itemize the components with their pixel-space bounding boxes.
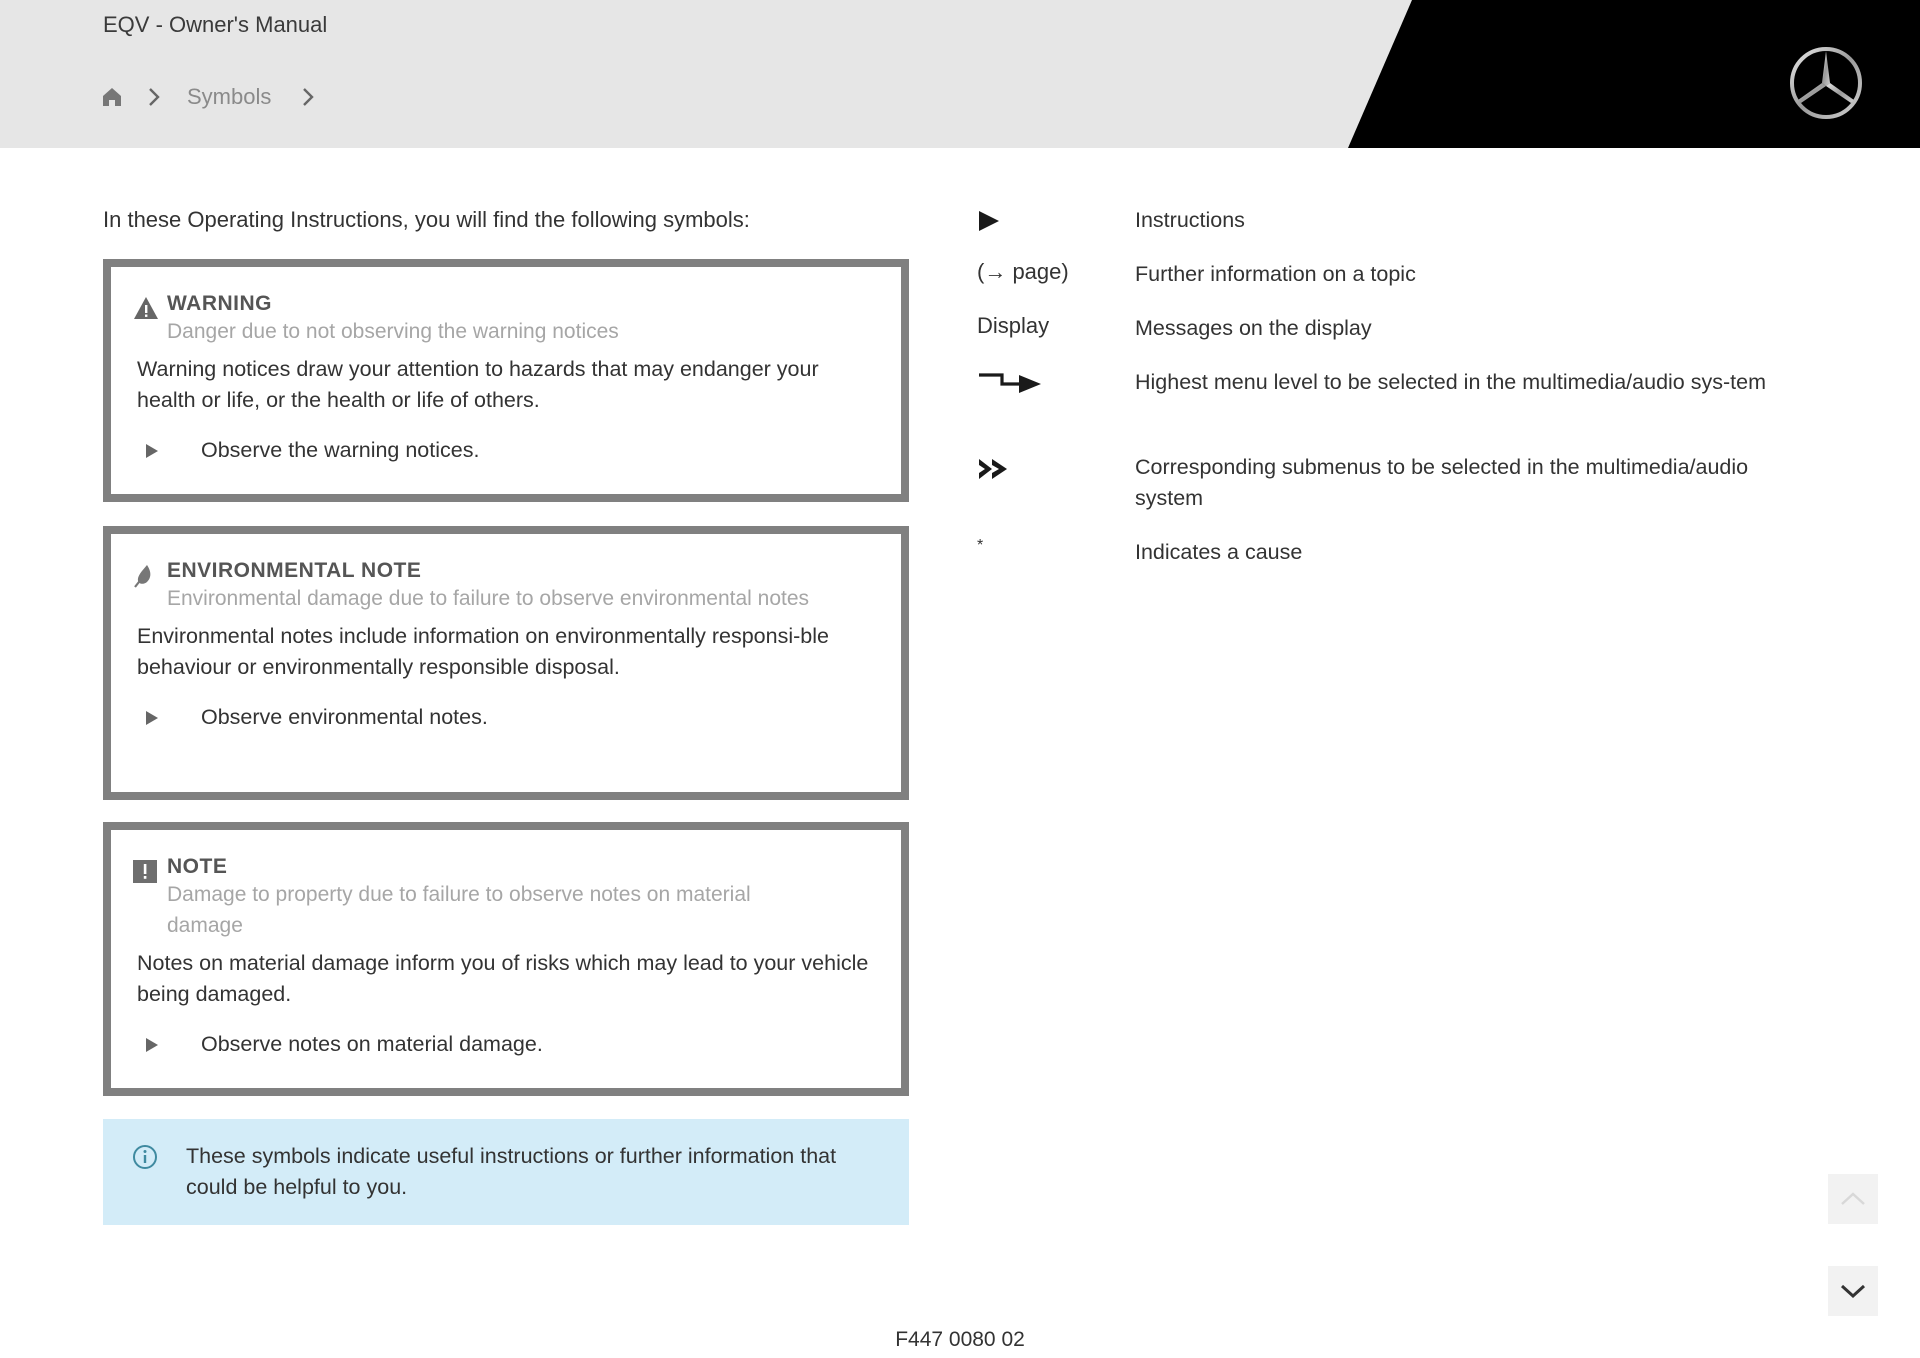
document-code: F447 0080 02 bbox=[895, 1328, 1025, 1351]
mercedes-star-logo bbox=[1788, 45, 1864, 121]
chevron-up-icon bbox=[1841, 1192, 1865, 1205]
legend-description: Instructions bbox=[1135, 208, 1245, 232]
notice-title: ENVIRONMENTAL NOTE bbox=[167, 559, 422, 582]
legend-symbol: (→ page) bbox=[977, 259, 1069, 284]
notice-step-text: Observe environmental notes. bbox=[201, 705, 488, 729]
warning-notice: WARNING Danger due to not observing the … bbox=[103, 259, 909, 502]
legend-symbol-display: Display bbox=[977, 313, 1050, 338]
legend-row: * Indicates a cause bbox=[977, 537, 1807, 568]
triangle-right-icon bbox=[146, 443, 158, 458]
chevron-down-icon bbox=[1840, 1284, 1866, 1299]
triangle-right-icon bbox=[146, 710, 158, 725]
header: EQV - Owner's Manual Symbols bbox=[0, 0, 1920, 148]
step-arrow-icon bbox=[977, 367, 1135, 398]
notice-body: Warning notices draw your attention to h… bbox=[137, 357, 819, 412]
legend-description: Corresponding submenus to be selected in… bbox=[1135, 455, 1749, 510]
exclamation-box-icon bbox=[111, 855, 167, 941]
legend-row: Highest menu level to be selected in the… bbox=[977, 367, 1807, 398]
notice-step: Observe environmental notes. bbox=[111, 705, 901, 730]
notice-title: NOTE bbox=[167, 855, 228, 878]
notice-step-text: Observe the warning notices. bbox=[201, 438, 480, 462]
home-icon[interactable] bbox=[101, 85, 125, 109]
notice-step: Observe notes on material damage. bbox=[111, 1032, 901, 1057]
legend-description: Indicates a cause bbox=[1135, 540, 1303, 564]
chevron-right-icon bbox=[147, 85, 163, 109]
notice-title: WARNING bbox=[167, 292, 272, 315]
legend-row: Corresponding submenus to be selected in… bbox=[977, 452, 1807, 514]
legend-description: Further information on a topic bbox=[1135, 262, 1416, 286]
material-damage-notice: NOTE Damage to property due to failure t… bbox=[103, 822, 909, 1096]
warning-triangle-icon bbox=[111, 292, 167, 347]
notice-subtitle: Danger due to not observing the warning … bbox=[167, 320, 619, 343]
notice-step-text: Observe notes on material damage. bbox=[201, 1032, 543, 1056]
double-chevron-icon bbox=[977, 452, 1135, 514]
environmental-notice: ENVIRONMENTAL NOTE Environmental damage … bbox=[103, 526, 909, 800]
notice-body: Notes on material damage inform you of r… bbox=[137, 951, 869, 1006]
app-title: EQV - Owner's Manual bbox=[103, 12, 328, 37]
breadcrumb-item-symbols[interactable]: Symbols bbox=[187, 84, 271, 110]
legend-row: Instructions bbox=[977, 205, 1807, 236]
notice-body: Environmental notes include information … bbox=[137, 624, 829, 679]
notice-step: Observe the warning notices. bbox=[111, 438, 901, 463]
triangle-right-icon bbox=[146, 1037, 158, 1052]
scroll-down-button[interactable] bbox=[1828, 1266, 1878, 1316]
legend-symbol-asterisk: * bbox=[977, 537, 984, 554]
notice-subtitle: Environmental damage due to failure to o… bbox=[167, 587, 810, 610]
triangle-right-icon bbox=[977, 205, 1135, 236]
breadcrumb: Symbols bbox=[101, 82, 317, 112]
legend-row: (→ page) Further information on a topic bbox=[977, 259, 1807, 290]
legend-description: Highest menu level to be selected in the… bbox=[1135, 370, 1766, 394]
legend-row: Display Messages on the display bbox=[977, 313, 1807, 344]
info-text: These symbols indicate useful instructio… bbox=[186, 1144, 837, 1199]
chevron-right-icon bbox=[301, 85, 317, 109]
info-circle-icon bbox=[133, 1145, 157, 1169]
leaf-icon bbox=[111, 559, 167, 614]
intro-text: In these Operating Instructions, you wil… bbox=[103, 207, 750, 232]
scroll-up-button[interactable] bbox=[1828, 1174, 1878, 1224]
info-box: These symbols indicate useful instructio… bbox=[103, 1119, 909, 1225]
notice-subtitle: Damage to property due to failure to obs… bbox=[167, 883, 751, 937]
legend-description: Messages on the display bbox=[1135, 316, 1372, 340]
